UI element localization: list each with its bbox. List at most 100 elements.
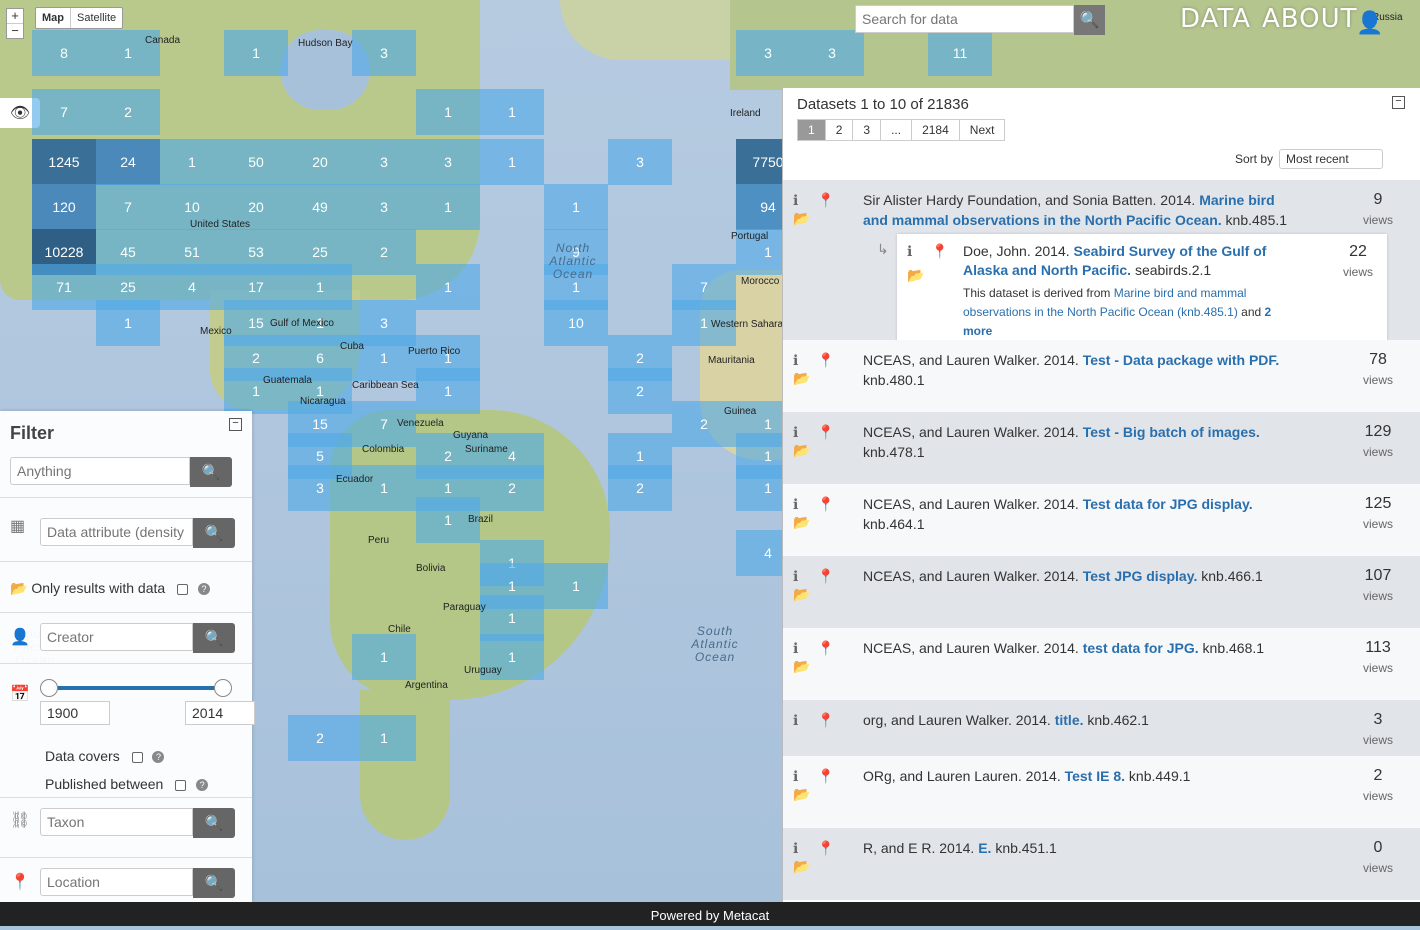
heatmap-tile[interactable]: 2 (608, 368, 672, 414)
heatmap-tile[interactable]: 1 (480, 89, 544, 135)
user-menu[interactable]: 👤 (1356, 10, 1383, 36)
taxon-search-button[interactable]: 🔍 (193, 808, 235, 838)
heatmap-tile[interactable]: 1 (416, 89, 480, 135)
heatmap-tile[interactable]: 3 (800, 30, 864, 76)
heatmap-tile[interactable]: 3 (736, 30, 800, 76)
folder-icon[interactable]: 📂 (793, 584, 810, 604)
heatmap-tile[interactable]: 24 (96, 139, 160, 185)
heatmap-tile[interactable]: 1 (96, 300, 160, 346)
heatmap-tile[interactable]: 1 (416, 368, 480, 414)
heatmap-tile[interactable]: 10 (544, 300, 608, 346)
sort-select[interactable]: Most recent (1279, 149, 1383, 169)
info-icon[interactable]: ℹ (907, 242, 912, 261)
map-pin-icon[interactable]: 📍 (817, 190, 834, 210)
heatmap-tile[interactable]: 3 (352, 139, 416, 185)
attribute-input[interactable] (40, 518, 193, 546)
collapse-results-button[interactable]: − (1392, 96, 1405, 109)
heatmap-tile[interactable]: 8 (32, 30, 96, 76)
heatmap-tile[interactable]: 2 (352, 229, 416, 275)
heatmap-tile[interactable]: 4 (160, 264, 224, 310)
result-row[interactable]: ℹ 📍 📂 NCEAS, and Lauren Walker. 2014. test … (783, 628, 1420, 700)
page-3[interactable]: 3 (852, 119, 882, 141)
result-row[interactable]: ℹ 📍 📂 R, and E R. 2014. E. knb.451.1 0 views (783, 828, 1420, 900)
published-between-checkbox[interactable] (175, 779, 187, 791)
heatmap-tile[interactable]: 3 (352, 30, 416, 76)
heatmap-tile[interactable]: 1 (160, 139, 224, 185)
result-title-link[interactable]: E. (978, 840, 991, 856)
page-last[interactable]: 2184 (911, 119, 960, 141)
result-title-link[interactable]: Test JPG display. (1083, 568, 1198, 584)
result-title-link[interactable]: Test IE 8. (1065, 768, 1125, 784)
location-input[interactable] (40, 868, 193, 896)
year-max-handle[interactable] (214, 679, 232, 697)
heatmap-tile[interactable]: 3 (288, 465, 352, 511)
heatmap-tile[interactable]: 2 (608, 465, 672, 511)
info-icon[interactable]: ℹ (793, 192, 798, 208)
help-icon[interactable]: ? (152, 751, 165, 764)
map-pin-icon[interactable]: 📍 (817, 638, 834, 658)
page-next[interactable]: Next (958, 119, 1006, 141)
result-row[interactable]: ℹ 📍 📂 NCEAS, and Lauren Walker. 2014. Test … (783, 412, 1420, 484)
year-range-slider[interactable] (40, 679, 232, 697)
derived-dataset[interactable]: ↳ ℹ 📍 📂 Doe, John. 2014. Seabird Survey … (877, 234, 1387, 349)
help-icon[interactable]: ? (197, 583, 210, 596)
search-button[interactable]: 🔍 (1073, 5, 1105, 35)
info-icon[interactable]: ℹ (793, 424, 798, 440)
heatmap-tile[interactable]: 1 (352, 715, 416, 761)
data-covers-checkbox[interactable] (131, 751, 143, 763)
heatmap-tile[interactable]: 7 (32, 89, 96, 135)
nav-data[interactable]: DATA (1180, 4, 1251, 34)
result-row[interactable]: ℹ 📍 📂 NCEAS, and Lauren Walker. 2014. Test … (783, 484, 1420, 556)
folder-icon[interactable]: 📂 (793, 656, 810, 676)
map-pin-icon[interactable]: 📍 (817, 422, 834, 442)
heatmap-tile[interactable]: 49 (288, 184, 352, 230)
zoom-out-button[interactable]: − (7, 23, 23, 38)
creator-input[interactable] (40, 623, 193, 651)
heatmap-tile[interactable]: 1 (480, 139, 544, 185)
result-title-link[interactable]: Test - Big batch of images. (1083, 424, 1260, 440)
heatmap-tile[interactable]: 1 (352, 634, 416, 680)
heatmap-tile[interactable]: 120 (32, 184, 96, 230)
attribute-search-button[interactable]: 🔍 (193, 518, 235, 548)
heatmap-tile[interactable]: 11 (928, 30, 992, 76)
info-icon[interactable]: ℹ (793, 768, 798, 784)
year-max-input[interactable]: 2014 (185, 701, 255, 725)
result-row[interactable]: ℹ 📍 📂 NCEAS, and Lauren Walker. 2014. Test … (783, 556, 1420, 628)
anything-search-button[interactable]: 🔍 (190, 457, 232, 487)
heatmap-tile[interactable]: 2 (480, 465, 544, 511)
heatmap-tile[interactable]: 1 (352, 465, 416, 511)
result-row[interactable]: ℹ 📍 📂 ORg, and Lauren Lauren. 2014. Test IE… (783, 756, 1420, 828)
map-type-map-button[interactable]: Map (36, 8, 71, 28)
result-row[interactable]: ℹ 📍 📂 Sir Alister Hardy Foundation, and So… (783, 180, 1420, 349)
collapse-filter-button[interactable]: − (229, 418, 242, 431)
creator-search-button[interactable]: 🔍 (193, 623, 235, 653)
heatmap-tile[interactable]: 7 (96, 184, 160, 230)
page-2[interactable]: 2 (824, 119, 854, 141)
heatmap-tile[interactable]: 1 (416, 184, 480, 230)
heatmap-tile[interactable]: 1 (224, 30, 288, 76)
taxon-input[interactable] (40, 808, 193, 836)
year-min-input[interactable]: 1900 (40, 701, 110, 725)
map-pin-icon[interactable]: 📍 (931, 242, 948, 261)
map-pin-icon[interactable]: 📍 (817, 350, 834, 370)
folder-icon[interactable]: 📂 (793, 784, 810, 804)
result-title-link[interactable]: title. (1055, 712, 1084, 728)
map-type-satellite-button[interactable]: Satellite (71, 8, 122, 28)
info-icon[interactable]: ℹ (793, 496, 798, 512)
result-title-link[interactable]: test data for JPG. (1083, 640, 1199, 656)
heatmap-tile[interactable]: 50 (224, 139, 288, 185)
folder-icon[interactable]: 📂 (793, 440, 810, 460)
help-icon[interactable]: ? (196, 779, 209, 792)
year-min-handle[interactable] (40, 679, 58, 697)
heatmap-tile[interactable]: 3 (416, 139, 480, 185)
heatmap-tile[interactable]: 2 (96, 89, 160, 135)
heatmap-tile[interactable]: 1 (544, 184, 608, 230)
folder-icon[interactable]: 📂 (793, 208, 810, 228)
folder-icon[interactable]: 📂 (793, 512, 810, 532)
heatmap-tile[interactable]: 3 (352, 184, 416, 230)
zoom-in-button[interactable]: + (7, 9, 23, 23)
heatmap-tile[interactable]: 20 (288, 139, 352, 185)
search-input[interactable] (855, 5, 1074, 33)
map-pin-icon[interactable]: 📍 (817, 494, 834, 514)
result-title-link[interactable]: Test data for JPG display. (1083, 496, 1253, 512)
